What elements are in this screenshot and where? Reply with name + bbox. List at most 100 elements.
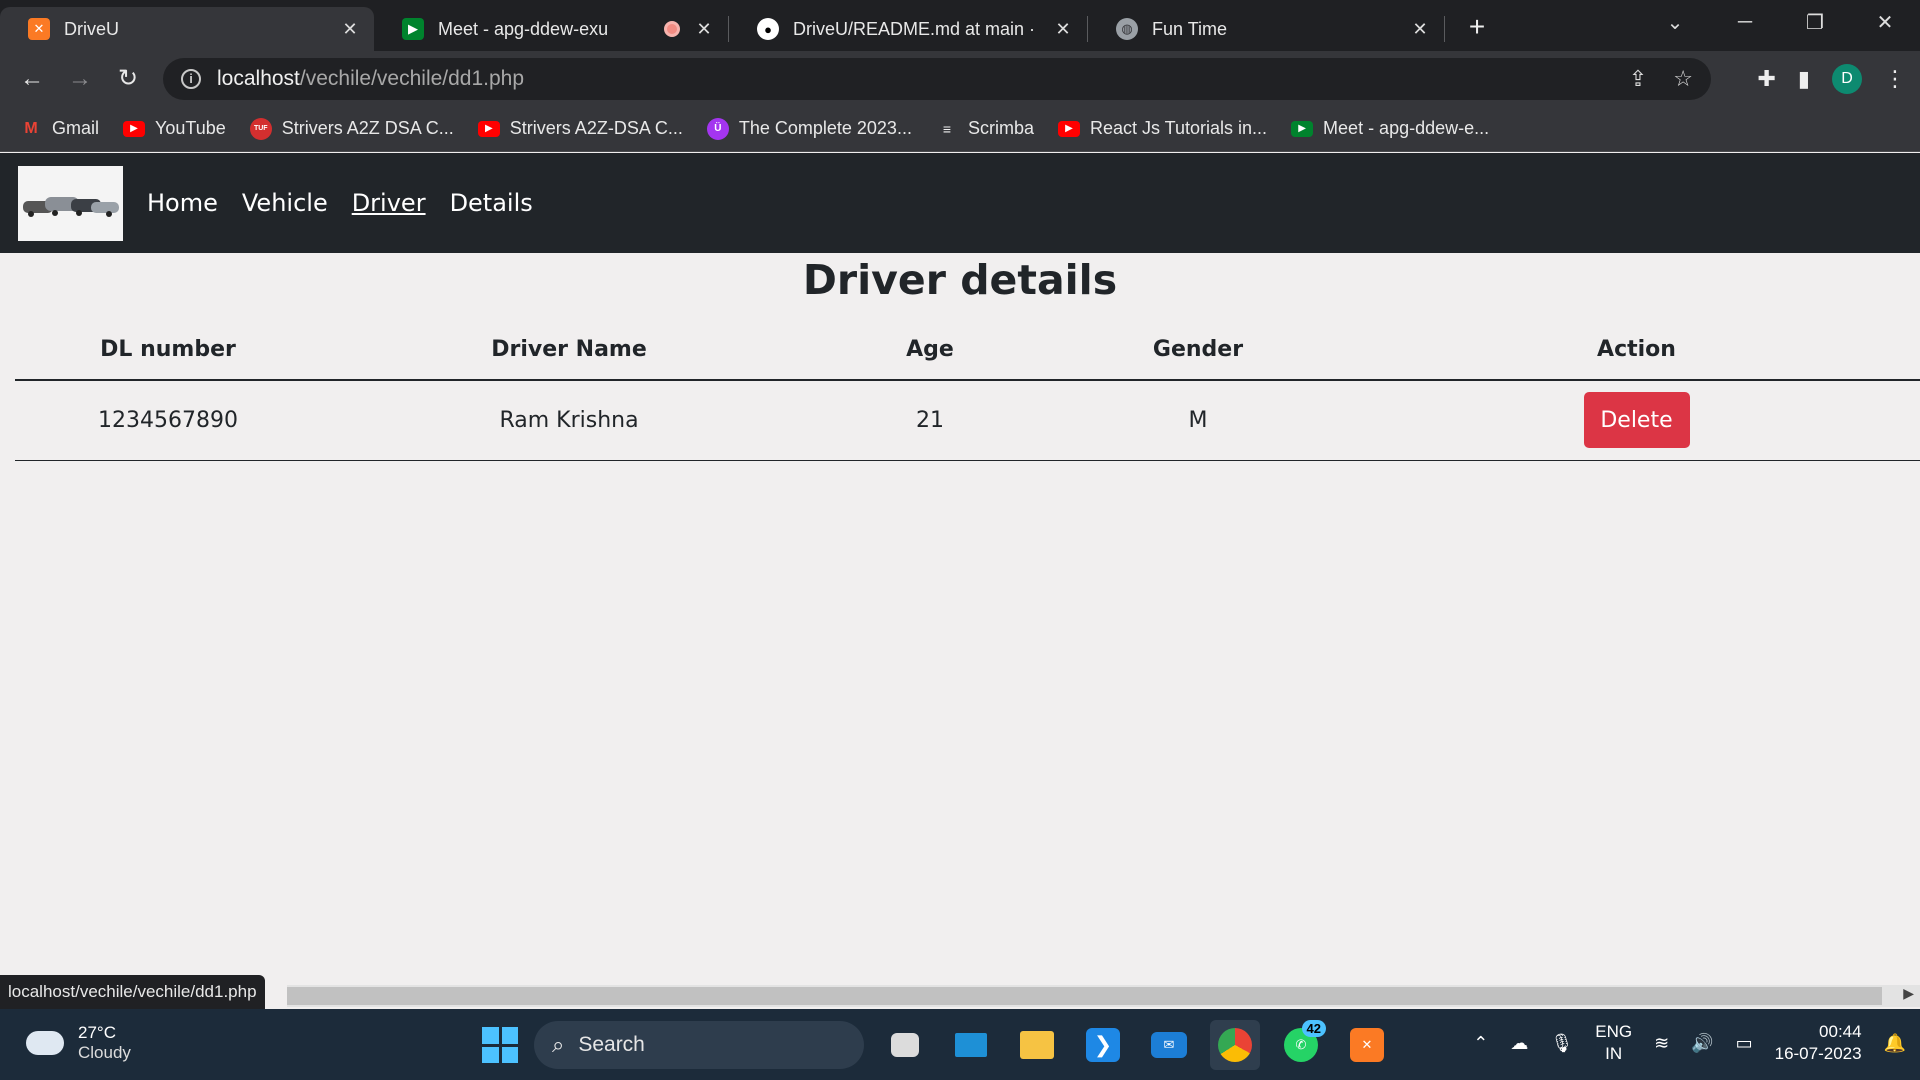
onedrive-icon[interactable]: ☁ <box>1510 1033 1528 1054</box>
nav-details[interactable]: Details <box>450 189 533 217</box>
system-tray: ⌃ ☁ 🎙 ENG IN ≋ 🔊 ▭ 00:44 16-07-2023 🔔 <box>1473 1021 1906 1065</box>
search-icon: ⌕ <box>552 1032 565 1057</box>
lang-region: IN <box>1605 1044 1623 1063</box>
nav-driver[interactable]: Driver <box>352 189 426 217</box>
weather-widget[interactable]: 27°C Cloudy <box>26 1023 131 1063</box>
vscode-icon[interactable]: ❯ <box>1078 1020 1128 1070</box>
volume-icon[interactable]: 🔊 <box>1691 1033 1713 1054</box>
chevron-up-icon[interactable]: ⌃ <box>1473 1033 1488 1054</box>
bookmark-star-icon[interactable]: ☆ <box>1673 66 1693 92</box>
close-icon[interactable]: ✕ <box>1053 19 1073 40</box>
bookmark-react[interactable]: ▶ React Js Tutorials in... <box>1057 118 1268 139</box>
wifi-icon[interactable]: ≋ <box>1654 1033 1669 1054</box>
tab-github[interactable]: ● DriveU/README.md at main · div ✕ <box>729 7 1087 51</box>
notifications-icon[interactable]: 🔔 <box>1884 1033 1906 1054</box>
task-view-icon[interactable] <box>880 1020 930 1070</box>
nav-home[interactable]: Home <box>147 189 218 217</box>
lang-code: ENG <box>1595 1022 1633 1041</box>
tab-title: DriveU <box>64 18 120 39</box>
weather-temp: 27°C <box>78 1023 116 1042</box>
bookmark-strivers-2[interactable]: ▶ Strivers A2Z-DSA C... <box>477 118 683 139</box>
youtube-icon: ▶ <box>477 120 500 137</box>
clock[interactable]: 00:44 16-07-2023 <box>1775 1021 1862 1065</box>
extensions-icon[interactable]: ✚ <box>1757 66 1775 92</box>
share-icon[interactable]: ⇪ <box>1629 66 1647 92</box>
menu-kebab-icon[interactable]: ⋮ <box>1884 66 1906 92</box>
bookmark-scrimba[interactable]: ≡ Scrimba <box>936 118 1034 139</box>
profile-avatar[interactable]: D <box>1832 63 1862 94</box>
recording-icon <box>664 21 680 37</box>
bookmark-label: Strivers A2Z-DSA C... <box>509 118 683 138</box>
windows-taskbar: 27°C Cloudy ⌕ Search ❯ ✉ ✆ 42 ✕ ⌃ ☁ 🎙 ENG… <box>0 1009 1920 1080</box>
col-gender: Gender <box>1043 320 1353 381</box>
browser-toolbar: ← → ↻ i localhost/vechile/vechile/dd1.ph… <box>0 51 1920 106</box>
restore-button[interactable]: ❐ <box>1780 10 1850 35</box>
bookmark-strivers-1[interactable]: TUF Strivers A2Z DSA C... <box>249 117 454 140</box>
site-info-icon[interactable]: i <box>181 68 201 89</box>
page-title: Driver details <box>802 256 1118 304</box>
microphone-icon[interactable]: 🎙 <box>1550 1033 1573 1054</box>
bookmark-complete-2023[interactable]: Ü The Complete 2023... <box>706 117 912 140</box>
close-icon[interactable]: ✕ <box>340 19 360 40</box>
cars-logo[interactable] <box>18 165 123 241</box>
xampp-icon: ✕ <box>28 18 50 40</box>
nav-vehicle[interactable]: Vehicle <box>242 189 328 217</box>
new-tab-button[interactable]: + <box>1457 11 1497 43</box>
whatsapp-icon[interactable]: ✆ 42 <box>1276 1020 1326 1070</box>
horizontal-scrollbar[interactable]: ▶ <box>287 985 1920 1007</box>
cell-action: Delete <box>1353 380 1920 461</box>
browser-tabbar: ✕ DriveU ✕ ▶ Meet - apg-ddew-exu ✕ ● Dri… <box>0 0 1920 51</box>
xampp-taskbar-icon[interactable]: ✕ <box>1342 1020 1392 1070</box>
chrome-icon[interactable] <box>1210 1020 1260 1070</box>
forward-icon[interactable]: → <box>56 65 104 93</box>
clock-time: 00:44 <box>1819 1022 1862 1041</box>
back-icon[interactable]: ← <box>8 65 56 93</box>
bookmark-meet[interactable]: ▶ Meet - apg-ddew-e... <box>1291 118 1489 139</box>
address-bar[interactable]: i localhost/vechile/vechile/dd1.php ⇪ ☆ <box>163 57 1711 100</box>
cloud-icon <box>26 1031 64 1055</box>
bookmark-label: Meet - apg-ddew-e... <box>1323 118 1490 138</box>
url-path: /vechile/vechile/dd1.php <box>299 66 525 90</box>
tab-search-icon[interactable]: ⌄ <box>1640 10 1710 35</box>
youtube-icon: ▶ <box>1057 120 1080 137</box>
github-icon: ● <box>757 18 779 40</box>
close-icon[interactable]: ✕ <box>1410 19 1430 40</box>
status-url-bubble: localhost/vechile/vechile/dd1.php <box>0 975 265 1009</box>
side-panel-icon[interactable]: ▮ <box>1798 66 1810 92</box>
scrollbar-thumb[interactable] <box>287 987 1882 1005</box>
bookmark-youtube[interactable]: ▶ YouTube <box>123 118 226 139</box>
bookmark-label: Scrimba <box>967 118 1034 138</box>
url-host: localhost <box>217 66 300 90</box>
tab-title: Meet - apg-ddew-exu <box>438 18 609 39</box>
col-age: Age <box>817 320 1043 381</box>
bookmark-gmail[interactable]: M Gmail <box>20 118 99 139</box>
file-explorer-icon[interactable] <box>1012 1020 1062 1070</box>
reload-icon[interactable]: ↻ <box>104 64 152 93</box>
youtube-icon: ▶ <box>123 120 146 137</box>
taskbar-search[interactable]: ⌕ Search <box>534 1021 864 1069</box>
table-header-row: DL number Driver Name Age Gender Action <box>15 320 1920 381</box>
delete-button[interactable]: Delete <box>1583 392 1690 449</box>
tab-funtime[interactable]: ◍ Fun Time ✕ <box>1088 7 1444 51</box>
bookmark-label: Strivers A2Z DSA C... <box>281 118 454 138</box>
scroll-right-icon[interactable]: ▶ <box>1903 985 1914 1002</box>
minimize-button[interactable]: ─ <box>1710 11 1780 34</box>
close-window-button[interactable]: ✕ <box>1850 10 1920 35</box>
cell-age: 21 <box>817 380 1043 461</box>
desktop-icon[interactable] <box>946 1020 996 1070</box>
cell-dl-number: 1234567890 <box>15 380 321 461</box>
scrimba-icon: ≡ <box>942 120 952 137</box>
cell-driver-name: Ram Krishna <box>321 380 817 461</box>
battery-icon[interactable]: ▭ <box>1736 1033 1753 1054</box>
cell-gender: M <box>1043 380 1353 461</box>
tab-driveu[interactable]: ✕ DriveU ✕ <box>0 7 374 51</box>
mail-icon[interactable]: ✉ <box>1144 1020 1194 1070</box>
tab-meet[interactable]: ▶ Meet - apg-ddew-exu ✕ <box>374 7 728 51</box>
driver-table: DL number Driver Name Age Gender Action … <box>15 320 1920 461</box>
close-icon[interactable]: ✕ <box>694 19 714 40</box>
start-icon[interactable] <box>482 1027 518 1063</box>
bookmark-label: React Js Tutorials in... <box>1089 118 1268 138</box>
gmail-icon: M <box>24 119 38 137</box>
language-indicator[interactable]: ENG IN <box>1595 1021 1632 1065</box>
tuf-icon: TUF <box>249 117 272 140</box>
